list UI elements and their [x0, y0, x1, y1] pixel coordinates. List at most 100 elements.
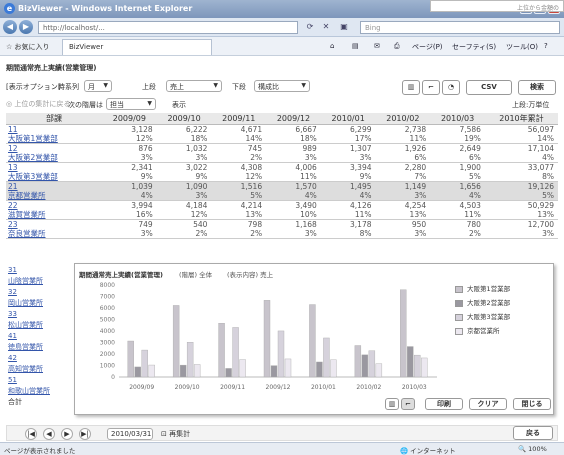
column-header[interactable]: 2009/11: [211, 113, 267, 125]
bar[interactable]: [309, 304, 316, 378]
help-icon[interactable]: ?: [544, 42, 548, 50]
last-page-icon[interactable]: ▶|: [79, 428, 91, 440]
recalc-button[interactable]: ⊡ 再集計: [161, 429, 190, 439]
prev-page-icon[interactable]: ◀: [43, 428, 55, 440]
dept-name-link[interactable]: 松山営業所: [6, 320, 74, 331]
dept-name-link[interactable]: 高知営業所: [6, 364, 74, 375]
bar[interactable]: [375, 363, 383, 378]
bar[interactable]: [316, 361, 323, 378]
feed-icon[interactable]: ▤: [352, 42, 359, 50]
bar[interactable]: [127, 340, 134, 378]
dept-code[interactable]: 13: [6, 163, 102, 173]
dept-code[interactable]: 22: [6, 201, 102, 211]
bar[interactable]: [277, 330, 285, 378]
favorites-button[interactable]: ☆ お気に入り: [6, 42, 50, 52]
column-header[interactable]: 部課: [6, 113, 102, 125]
bar[interactable]: [361, 354, 369, 378]
bar[interactable]: [323, 337, 330, 378]
bar[interactable]: [263, 300, 271, 378]
tools-menu[interactable]: ツール(O): [506, 42, 538, 52]
bar[interactable]: [400, 289, 407, 378]
chart-bar-toggle[interactable]: ▥: [402, 80, 420, 95]
dept-name-link[interactable]: 徳島営業所: [6, 342, 74, 353]
back-button[interactable]: 戻る: [513, 426, 553, 440]
dept-code[interactable]: 21: [6, 181, 102, 191]
bar[interactable]: [225, 368, 232, 378]
safety-menu[interactable]: セーフティ(S): [452, 42, 496, 52]
column-header[interactable]: 2010/01: [320, 113, 376, 125]
dept-code[interactable]: 42: [6, 353, 74, 364]
dept-name-link[interactable]: 和歌山営業所: [6, 386, 74, 397]
period-select[interactable]: 月 ▼: [84, 80, 112, 92]
bar[interactable]: [407, 346, 414, 378]
bar[interactable]: [232, 327, 239, 378]
column-header[interactable]: 2009/10: [156, 113, 212, 125]
bar[interactable]: [134, 366, 141, 378]
next-level-select[interactable]: 担当 ▼: [106, 98, 156, 110]
clear-button[interactable]: クリア: [469, 398, 507, 410]
close-popup-button[interactable]: 閉じる: [513, 398, 551, 410]
stop-icon[interactable]: ✕: [320, 22, 332, 33]
column-header[interactable]: 2009/12: [266, 113, 321, 125]
dept-name-link[interactable]: 岡山営業所: [6, 298, 74, 309]
bar[interactable]: [414, 354, 421, 378]
bar[interactable]: [368, 350, 376, 378]
browser-tab[interactable]: BizViewer: [62, 39, 212, 55]
forward-icon[interactable]: ▶: [19, 20, 33, 34]
bar[interactable]: [148, 364, 155, 378]
upper-select[interactable]: 売上 ▼: [166, 80, 222, 92]
dept-code[interactable]: 31: [6, 265, 74, 276]
bar[interactable]: [193, 364, 201, 378]
bar[interactable]: [270, 365, 278, 378]
bar[interactable]: [239, 359, 246, 378]
dept-name-link[interactable]: 大阪第2営業部: [6, 153, 102, 163]
search-button[interactable]: 検索: [518, 80, 556, 95]
pie-toggle[interactable]: ◔: [442, 80, 460, 95]
dept-code[interactable]: 12: [6, 144, 102, 154]
dept-name-link[interactable]: 大阪第3営業部: [6, 172, 102, 182]
print-icon[interactable]: ⎙: [394, 42, 400, 51]
chart-line-toggle[interactable]: ⌐: [422, 80, 440, 95]
print-button[interactable]: 印刷: [425, 398, 463, 410]
address-input[interactable]: http://localhost/...: [38, 21, 298, 34]
date-field[interactable]: 2010/03/31: [107, 428, 153, 440]
dept-code[interactable]: 51: [6, 375, 74, 386]
next-page-icon[interactable]: ▶: [61, 428, 73, 440]
dept-name-link[interactable]: 京都営業所: [6, 191, 102, 201]
bar[interactable]: [218, 323, 225, 378]
dept-name-link[interactable]: 大阪第1営業部: [6, 134, 102, 144]
lower-select[interactable]: 構成比 ▼: [254, 80, 310, 92]
chart-mode-bar[interactable]: ▥: [385, 398, 399, 410]
column-header[interactable]: 2010/02: [375, 113, 431, 125]
back-icon[interactable]: ◀: [3, 20, 17, 34]
bar[interactable]: [141, 349, 148, 378]
page-menu[interactable]: ページ(P): [412, 42, 443, 52]
chart-mode-line[interactable]: ⌐: [401, 398, 415, 410]
csv-button[interactable]: CSV: [466, 80, 512, 95]
bar[interactable]: [186, 342, 194, 378]
dept-name-link[interactable]: 山陰営業所: [6, 276, 74, 287]
dept-code[interactable]: 32: [6, 287, 74, 298]
bar[interactable]: [179, 364, 187, 378]
column-header[interactable]: 2010年累計: [484, 113, 558, 125]
rss-icon[interactable]: ▣: [338, 22, 350, 33]
bar[interactable]: [172, 305, 180, 378]
back-to-upper-toggle[interactable]: ◎ 上位の集計に戻る: [6, 99, 70, 109]
search-input[interactable]: Bing: [360, 21, 560, 34]
dept-name-link[interactable]: 滋賀営業所: [6, 210, 102, 220]
column-header[interactable]: 2009/09: [102, 113, 157, 125]
home-icon[interactable]: ⌂: [330, 42, 334, 50]
column-header[interactable]: 2010/03: [430, 113, 485, 125]
dept-code[interactable]: 33: [6, 309, 74, 320]
dept-code[interactable]: 11: [6, 125, 102, 135]
dept-name-link[interactable]: 奈良営業所: [6, 229, 102, 239]
first-page-icon[interactable]: |◀: [25, 428, 37, 440]
dept-code[interactable]: 23: [6, 220, 102, 230]
mail-icon[interactable]: ✉: [374, 42, 380, 50]
refresh-icon[interactable]: ⟳: [304, 22, 316, 33]
dept-code[interactable]: 41: [6, 331, 74, 342]
bar[interactable]: [354, 345, 362, 378]
bar[interactable]: [330, 359, 337, 378]
zoom-indicator[interactable]: 🔍 100%: [518, 445, 547, 453]
bar[interactable]: [421, 357, 428, 378]
